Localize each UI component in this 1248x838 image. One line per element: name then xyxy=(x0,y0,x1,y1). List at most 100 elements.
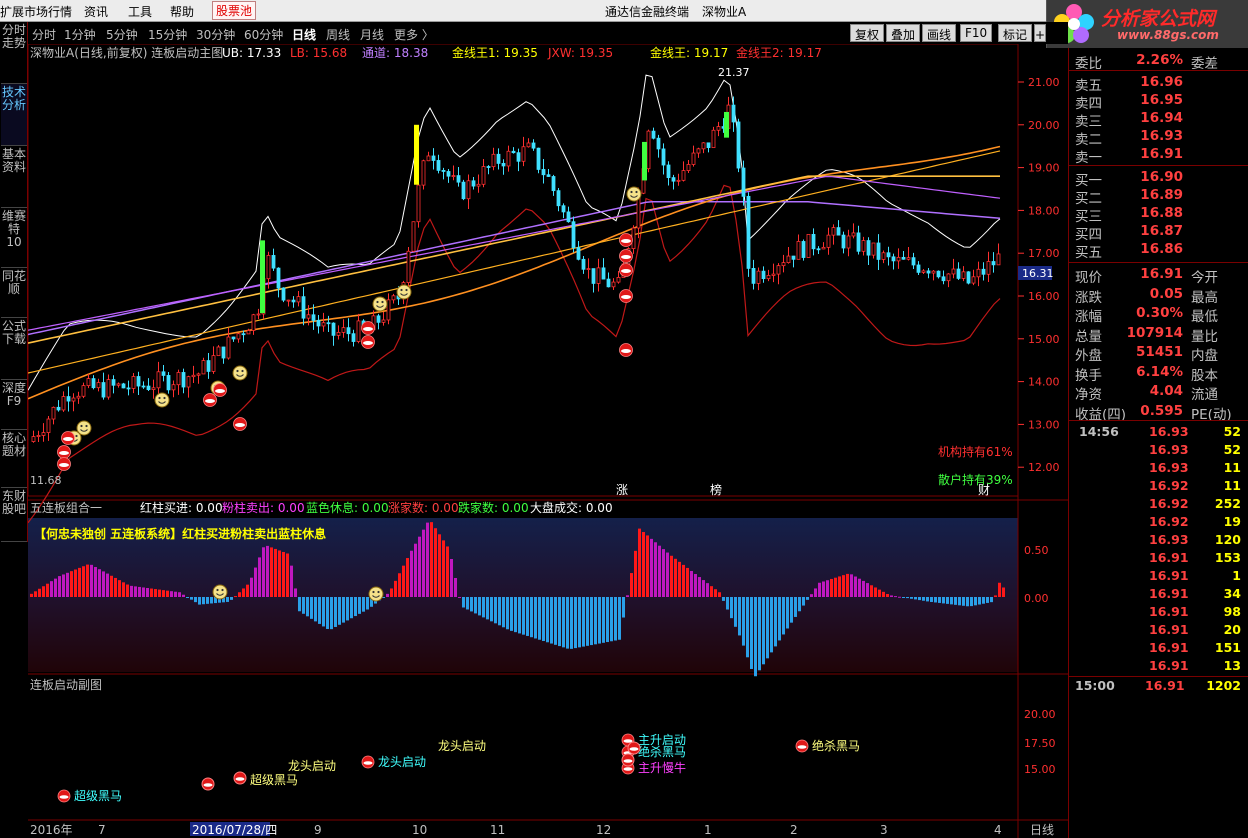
price-tick-label: 16.00 xyxy=(1028,290,1060,303)
candle-body xyxy=(221,346,226,359)
sell-level-label: 卖五 xyxy=(1075,78,1102,94)
mark-button[interactable]: 标记 xyxy=(998,24,1033,42)
period-daily[interactable]: 日线 xyxy=(292,26,316,43)
tick-last-vol: 1202 xyxy=(1206,678,1241,693)
histogram-bar xyxy=(698,577,701,597)
overlay-button[interactable]: 叠加 xyxy=(886,24,921,42)
candle-body xyxy=(251,314,256,331)
menu-tools[interactable]: 工具 xyxy=(128,3,152,20)
candle-body xyxy=(286,299,291,302)
retail-holding: 散户持有39% xyxy=(938,472,1013,487)
histogram-bar xyxy=(410,550,413,597)
histogram-bar xyxy=(966,597,969,607)
histogram-bar xyxy=(174,591,177,597)
histogram-bar xyxy=(138,586,141,597)
tick-vol: 1 xyxy=(1232,568,1241,583)
histogram-bar xyxy=(606,597,609,643)
histogram-bar xyxy=(334,597,337,627)
candle-body xyxy=(111,379,116,386)
histogram-bar xyxy=(690,570,693,597)
stat-value: 0.595 xyxy=(1140,402,1183,419)
red-ball-signal-icon xyxy=(61,431,75,445)
sub2-signal-label: 龙头启动 xyxy=(288,759,336,773)
histogram-bar xyxy=(618,597,621,640)
adjust-button[interactable]: 复权 xyxy=(850,24,885,42)
histogram-bar xyxy=(842,575,845,597)
menu-stock-pool[interactable]: 股票池 xyxy=(212,1,257,20)
red-ball-signal-icon xyxy=(619,289,633,303)
indicator-jxw1: 金线王1: 19.35 xyxy=(452,45,538,60)
histogram-bar xyxy=(910,597,913,599)
candle-body xyxy=(681,170,686,181)
vtab-technical[interactable]: 技术分析 xyxy=(1,84,27,146)
candle-body xyxy=(351,333,356,342)
sell-level-row: 卖二 16.93 xyxy=(1073,128,1247,148)
histogram-bar xyxy=(42,586,45,597)
menu-help[interactable]: 帮助 xyxy=(170,3,194,20)
histogram-bar xyxy=(930,597,933,602)
candle-body xyxy=(61,396,66,411)
candle-body xyxy=(946,273,951,282)
price-tick-label: 19.00 xyxy=(1028,162,1060,175)
draw-button[interactable]: 画线 xyxy=(922,24,957,42)
period-15min[interactable]: 15分钟 xyxy=(148,26,187,43)
period-5min[interactable]: 5分钟 xyxy=(106,26,138,43)
period-1min[interactable]: 1分钟 xyxy=(64,26,96,43)
histogram-bar xyxy=(390,588,393,597)
menu-market[interactable]: 扩展市场行情 xyxy=(0,3,72,20)
histogram-bar xyxy=(202,597,205,605)
histogram-bar xyxy=(958,597,961,606)
period-30min[interactable]: 30分钟 xyxy=(196,26,235,43)
chart-area[interactable]: 21.0020.0019.0018.0017.0016.0015.0014.00… xyxy=(28,44,1068,838)
histogram-bar xyxy=(670,555,673,597)
histogram-bar xyxy=(654,542,657,597)
period-tag[interactable]: 日线 xyxy=(1030,823,1054,837)
candle-body xyxy=(861,240,866,252)
histogram-bar xyxy=(554,597,557,645)
indicator-jxw-main: 金线王: 19.17 xyxy=(650,45,728,60)
histogram-bar xyxy=(982,597,985,604)
f10-button[interactable]: F10 xyxy=(960,24,993,42)
period-weekly[interactable]: 周线 xyxy=(326,26,350,43)
tick-price: 16.92 xyxy=(1149,514,1189,529)
vtab-f9[interactable]: 深度F9 xyxy=(1,380,27,430)
vtab-formula-download[interactable]: 公式下载 xyxy=(1,318,27,380)
vtab-core-theme[interactable]: 核心题材 xyxy=(1,430,27,488)
histogram-bar xyxy=(518,597,521,634)
vtab-guba[interactable]: 东财股吧 xyxy=(1,488,27,542)
candle-body xyxy=(611,281,616,288)
histogram-bar xyxy=(186,597,189,598)
vtab-intraday[interactable]: 分时走势 xyxy=(1,22,27,84)
candle-body xyxy=(756,270,761,284)
histogram-bar xyxy=(738,597,741,636)
histogram-bar xyxy=(870,585,873,597)
vtab-profile[interactable]: 基本资料 xyxy=(1,146,27,208)
custom-button[interactable]: +自 xyxy=(1034,24,1046,42)
period-intraday[interactable]: 分时 xyxy=(32,26,56,43)
period-more[interactable]: 更多 〉 xyxy=(394,26,434,43)
candle-body xyxy=(481,166,486,185)
price-tick-label: 18.00 xyxy=(1028,204,1060,217)
period-monthly[interactable]: 月线 xyxy=(360,26,384,43)
candle-body xyxy=(526,142,531,148)
marker-bang: 榜 xyxy=(710,482,722,497)
period-60min[interactable]: 60分钟 xyxy=(244,26,283,43)
date-3: 3 xyxy=(880,823,888,837)
histogram-bar xyxy=(774,597,777,647)
histogram-bar xyxy=(358,597,361,614)
vtab-tonghuashun[interactable]: 同花顺 xyxy=(1,268,27,318)
histogram-bar xyxy=(126,584,129,597)
histogram-bar xyxy=(702,580,705,597)
candle-body xyxy=(776,265,781,275)
vtab-wiser[interactable]: 维赛特10 xyxy=(1,208,27,268)
sub1-market-volume: 大盘成交: 0.00 xyxy=(530,500,613,515)
smile-signal-icon xyxy=(396,284,412,300)
sub2-signal-label: 绝杀黑马 xyxy=(812,738,860,753)
histogram-bar xyxy=(582,597,585,647)
red-ball-signal-icon xyxy=(621,753,635,767)
candle-body xyxy=(201,360,206,375)
menu-news[interactable]: 资讯 xyxy=(84,3,108,20)
candle-body xyxy=(236,333,241,340)
stat-row: 换手 6.14% 股本 xyxy=(1073,364,1247,384)
red-ball-signal-icon xyxy=(233,771,247,785)
